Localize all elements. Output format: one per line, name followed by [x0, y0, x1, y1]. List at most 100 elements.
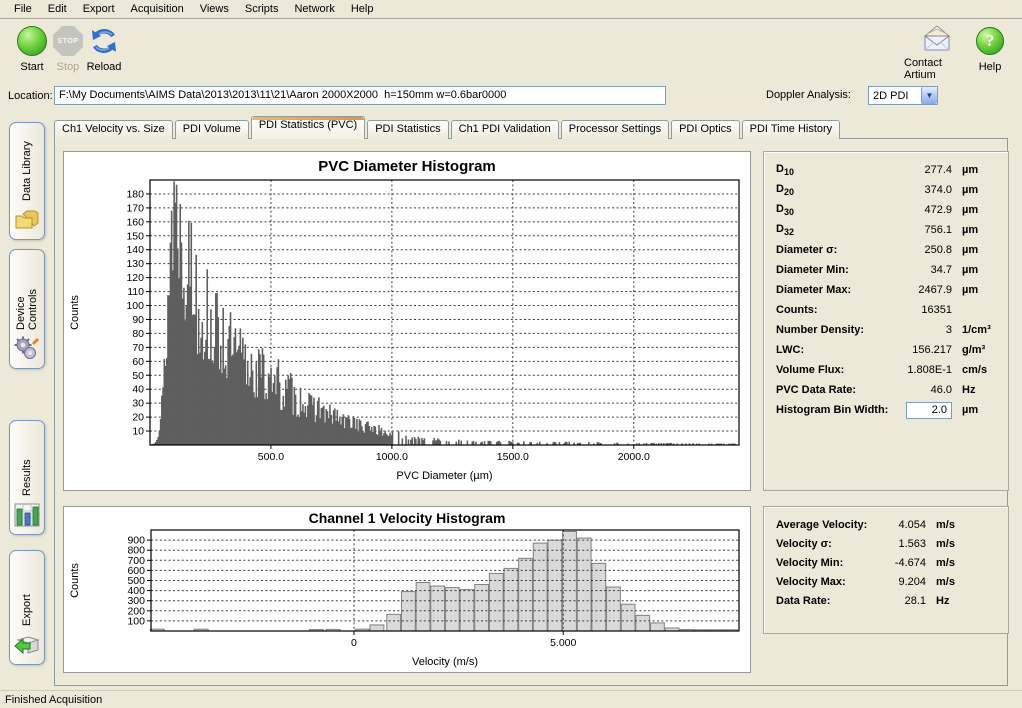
stat-unit: µm	[952, 204, 996, 216]
velocity-statistics-panel: Average Velocity:4.054m/sVelocity σ:1.56…	[763, 506, 1009, 634]
sidebar-item-device-controls[interactable]: Device Controls	[9, 249, 45, 369]
menu-item-export[interactable]: Export	[75, 1, 123, 17]
stat-row-diameter-min: Diameter Min:34.7µm	[776, 260, 996, 280]
stat-row-average-velocity: Average Velocity:4.054m/s	[776, 515, 996, 534]
stat-value: 756.1	[898, 224, 952, 236]
status-bar: Finished Acquisition	[0, 690, 1022, 708]
envelope-icon	[920, 24, 954, 54]
stat-row-velocity-min: Velocity Min:-4.674m/s	[776, 553, 996, 572]
reload-button[interactable]: Reload	[76, 22, 132, 80]
menu-item-network[interactable]: Network	[286, 1, 342, 17]
stat-row-velocity-max: Velocity Max:9.204m/s	[776, 572, 996, 591]
doppler-analysis-select[interactable]: 2D PDI ▼	[868, 86, 938, 105]
stat-value: 4.054	[876, 519, 926, 531]
stat-row-counts: Counts:16351	[776, 300, 996, 320]
svg-text:40: 40	[132, 384, 144, 396]
location-row: Location: F:\My Documents\AIMS Data\2013…	[0, 84, 1022, 108]
svg-text:500.0: 500.0	[258, 451, 284, 463]
tab-ch1-pdi-validation[interactable]: Ch1 PDI Validation	[451, 120, 559, 139]
svg-text:50: 50	[132, 370, 144, 382]
menu-item-views[interactable]: Views	[192, 1, 237, 17]
stat-unit: µm	[952, 404, 996, 416]
tab-ch1-velocity-vs-size[interactable]: Ch1 Velocity vs. Size	[54, 120, 173, 139]
doppler-analysis-value: 2D PDI	[869, 90, 921, 102]
stat-label: Velocity Max:	[776, 576, 876, 588]
tab-bar: Ch1 Velocity vs. SizePDI VolumePDI Stati…	[54, 116, 842, 139]
tab-pdi-optics[interactable]: PDI Optics	[671, 120, 740, 139]
svg-text:900: 900	[127, 535, 145, 547]
help-button[interactable]: ? Help	[964, 22, 1016, 80]
svg-text:100: 100	[126, 300, 144, 312]
bar-chart-icon	[14, 502, 40, 528]
stat-row-d20: D20374.0µm	[776, 180, 996, 200]
folders-icon	[14, 207, 40, 233]
sidebar-item-label: Device Controls	[15, 258, 39, 330]
stat-unit: 1/cm³	[952, 324, 996, 336]
menu-item-scripts[interactable]: Scripts	[237, 1, 287, 17]
stat-row-volume-flux: Volume Flux:1.808E-1cm/s	[776, 360, 996, 380]
reload-button-label: Reload	[87, 61, 122, 73]
histogram-bin-width-input[interactable]	[906, 402, 952, 419]
tab-pdi-statistics[interactable]: PDI Statistics	[367, 120, 448, 139]
svg-text:60: 60	[132, 356, 144, 368]
stat-value: 374.0	[898, 184, 952, 196]
export-arrow-icon	[14, 632, 40, 658]
stat-value: 9.204	[876, 576, 926, 588]
menu-bar: FileEditExportAcquisitionViewsScriptsNet…	[0, 0, 1022, 19]
stat-label: D10	[776, 163, 898, 177]
tab-pdi-volume[interactable]: PDI Volume	[175, 120, 249, 139]
svg-text:160: 160	[126, 216, 144, 228]
stat-unit: µm	[952, 284, 996, 296]
location-field[interactable]: F:\My Documents\AIMS Data\2013\2013\11\2…	[54, 86, 666, 105]
tab-page-pdi-statistics-pvc: PVC Diameter Histogram 10203040506070809…	[54, 138, 1008, 686]
tab-pdi-time-history[interactable]: PDI Time History	[742, 120, 841, 139]
menu-item-edit[interactable]: Edit	[40, 1, 75, 17]
main-content: Ch1 Velocity vs. SizePDI VolumePDI Stati…	[50, 112, 1014, 690]
sidebar-item-results[interactable]: Results	[9, 420, 45, 535]
stat-label: Diameter Min:	[776, 264, 898, 276]
toolbar: Start STOP Stop Reload	[0, 20, 1022, 82]
stat-value: 46.0	[898, 384, 952, 396]
gears-icon	[14, 336, 40, 362]
stat-unit: m/s	[926, 557, 996, 569]
stat-label: Data Rate:	[776, 595, 876, 607]
stat-row-pvc-data-rate: PVC Data Rate:46.0Hz	[776, 380, 996, 400]
stat-label: Average Velocity:	[776, 519, 876, 531]
stat-label: LWC:	[776, 344, 898, 356]
sidebar-item-export[interactable]: Export	[9, 550, 45, 665]
menu-item-file[interactable]: File	[6, 1, 40, 17]
svg-text:Counts: Counts	[69, 563, 81, 598]
stat-value: 16351	[898, 304, 952, 316]
help-icon: ?	[976, 27, 1004, 55]
stat-row-lwc: LWC:156.217g/m³	[776, 340, 996, 360]
stat-row-velocity: Velocity σ:1.563m/s	[776, 534, 996, 553]
svg-text:180: 180	[126, 188, 144, 200]
velocity-histogram-chart: Channel 1 Velocity Histogram 10020030040…	[63, 506, 751, 673]
menu-item-help[interactable]: Help	[343, 1, 382, 17]
chart-plot: 10020030040050060070080090005.000Velocit…	[64, 507, 752, 674]
chevron-down-icon[interactable]: ▼	[921, 87, 937, 104]
stat-value: 1.808E-1	[898, 364, 952, 376]
stat-row-d30: D30472.9µm	[776, 200, 996, 220]
tab-processor-settings[interactable]: Processor Settings	[561, 120, 669, 139]
stat-label: Diameter Max:	[776, 284, 898, 296]
sidebar-item-label: Results	[21, 429, 33, 496]
menu-item-acquisition[interactable]: Acquisition	[123, 1, 192, 17]
stat-value: 28.1	[876, 595, 926, 607]
svg-text:1000.0: 1000.0	[376, 451, 408, 463]
tab-pdi-statistics-pvc[interactable]: PDI Statistics (PVC)	[251, 116, 365, 139]
contact-artium-button[interactable]: Contact Artium	[904, 22, 970, 80]
help-button-label: Help	[979, 61, 1002, 73]
svg-text:130: 130	[126, 258, 144, 270]
stat-unit: g/m³	[952, 344, 996, 356]
sidebar-item-label: Export	[21, 559, 33, 626]
stat-unit: Hz	[952, 384, 996, 396]
stat-row-data-rate: Data Rate:28.1Hz	[776, 591, 996, 610]
stat-unit: cm/s	[952, 364, 996, 376]
stat-value: 156.217	[898, 344, 952, 356]
stat-unit: m/s	[926, 576, 996, 588]
app-window: FileEditExportAcquisitionViewsScriptsNet…	[0, 0, 1022, 708]
pvc-statistics-panel: D10277.4µmD20374.0µmD30472.9µmD32756.1µm…	[763, 151, 1009, 491]
stat-row-diameter: Diameter σ:250.8µm	[776, 240, 996, 260]
sidebar-item-data-library[interactable]: Data Library	[9, 122, 45, 240]
